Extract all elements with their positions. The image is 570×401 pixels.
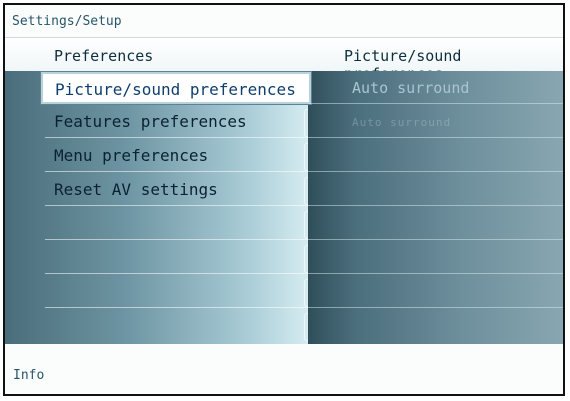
row-divider <box>308 171 563 172</box>
row-divider <box>308 273 563 274</box>
row-divider <box>45 137 308 138</box>
row-divider <box>45 273 308 274</box>
row-divider <box>308 103 563 104</box>
menu-item-empty[interactable] <box>45 208 308 240</box>
column-header: Preferences Picture/sound preferences <box>5 37 563 83</box>
menu-item-empty[interactable] <box>45 310 308 342</box>
submenu-item-empty <box>308 174 563 206</box>
info-label: Info <box>13 368 45 383</box>
submenu-item-auto-surround[interactable]: Auto surround <box>308 72 563 104</box>
title-bar: Settings/Setup <box>5 5 563 37</box>
submenu-item-label: Auto surround <box>352 79 470 97</box>
submenu-item-ghost[interactable]: Auto surround <box>308 106 563 138</box>
row-divider <box>308 137 563 138</box>
settings-window: Settings/Setup Preferences Picture/sound… <box>3 3 565 396</box>
menu-item-empty[interactable] <box>45 242 308 274</box>
submenu-item-empty <box>308 140 563 172</box>
menu-item-menu-preferences[interactable]: Menu preferences <box>45 140 308 172</box>
submenu-item-empty <box>308 310 563 342</box>
menu-item-label: Reset AV settings <box>54 180 218 199</box>
submenu-item-empty <box>308 208 563 240</box>
row-divider <box>45 239 308 240</box>
menu-item-features-preferences[interactable]: Features preferences <box>45 106 308 138</box>
row-divider <box>308 239 563 240</box>
menu-item-picture-sound-preferences[interactable]: Picture/sound preferences <box>41 72 311 104</box>
menu-header: Preferences <box>54 47 154 65</box>
submenu-item-empty <box>308 276 563 308</box>
row-divider <box>45 307 308 308</box>
menu-item-reset-av-settings[interactable]: Reset AV settings <box>45 174 308 206</box>
submenu-item-empty <box>308 242 563 274</box>
menu-item-label: Menu preferences <box>54 146 209 165</box>
row-divider <box>45 171 308 172</box>
menu-item-label: Features preferences <box>54 112 247 131</box>
row-divider <box>308 307 563 308</box>
row-divider <box>45 205 308 206</box>
submenu-item-label: Auto surround <box>352 116 452 129</box>
window-title: Settings/Setup <box>12 14 122 29</box>
row-divider <box>308 205 563 206</box>
menu-item-empty[interactable] <box>45 276 308 308</box>
menu-item-label: Picture/sound preferences <box>55 80 296 99</box>
info-bar: Info <box>5 344 563 394</box>
